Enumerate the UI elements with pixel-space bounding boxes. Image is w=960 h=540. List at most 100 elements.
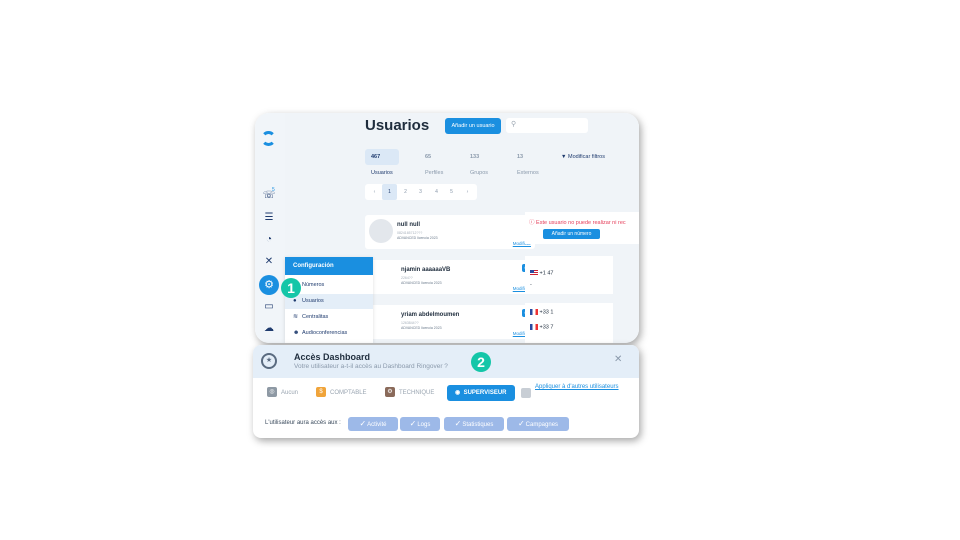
eye-icon: ◉	[455, 390, 461, 396]
accounting-icon: $	[316, 387, 326, 398]
ringover-logo	[261, 131, 276, 146]
check-icon: ✓	[359, 419, 367, 428]
step-marker-1: 1	[281, 278, 301, 298]
tab-usuarios[interactable]: 467 Usuarios	[365, 149, 399, 176]
page-2[interactable]: 2	[398, 184, 413, 200]
access-chip-statistiques[interactable]: ✓Statistiques	[444, 417, 504, 431]
check-icon: ✓	[454, 419, 462, 428]
tab-externos[interactable]: 13 Externos	[517, 149, 539, 176]
user-card[interactable]: yriam abdelmoumen 1263844?? ADVANCED lic…	[365, 305, 535, 339]
access-chip-activite[interactable]: ✓Activité	[348, 417, 398, 431]
menu-item-label: Centralitas	[302, 314, 329, 320]
user-license: ADVANCED licencia 2023	[401, 326, 442, 330]
chip-label: Statistiques	[462, 422, 494, 428]
tab-count: 133	[470, 154, 480, 160]
close-icon[interactable]: ✕	[614, 354, 622, 365]
add-number-button[interactable]: Añadir un número	[543, 229, 600, 239]
menu-item-audioconferencias[interactable]: ☻ Audioconferencias	[285, 326, 373, 341]
phone-number: +33 1	[530, 309, 553, 315]
tab-perfiles[interactable]: 65 Perfiles	[425, 149, 443, 176]
modify-filters-button[interactable]: ▼ Modificar filtros	[561, 149, 605, 165]
warning-message: Este usuario no puede realizar ni rec	[536, 220, 626, 226]
page-prev[interactable]: ‹	[367, 184, 382, 200]
tab-count: 65	[425, 154, 432, 160]
avatar	[369, 219, 393, 243]
access-chip-campagnes[interactable]: ✓Campagnes	[507, 417, 569, 431]
role-option-aucun[interactable]: ◎ Aucun	[267, 385, 298, 401]
notification-badge: 5	[272, 187, 275, 193]
menu-item-usuarios[interactable]: ● Usuarios	[285, 294, 373, 309]
configuration-menu: Configuración #Números ●Usuarios ≋Centra…	[285, 257, 373, 343]
tab-count: 467	[371, 154, 381, 160]
users-window: ☏ 5 ☰ ◔ ✕ ⚙ ▭ ☁ Usuarios Añadir un usuar…	[255, 113, 639, 343]
whatsapp-icon: ◎	[267, 387, 277, 398]
filter-icon: ▼	[561, 154, 567, 160]
role-option-technique[interactable]: ⚙ TECHNIQUE	[385, 385, 434, 401]
user-name: yriam abdelmoumen	[401, 312, 460, 318]
phone-text: +33 1	[539, 309, 554, 316]
dashboard-access-panel: ★ Accès Dashboard Votre utilisateur a-t-…	[253, 345, 639, 438]
phone-number: -	[530, 282, 532, 288]
phone-number: +33 7	[530, 324, 553, 330]
chip-label: Activité	[367, 422, 387, 428]
cloud-icon[interactable]: ☁	[262, 322, 276, 336]
tab-count: 13	[517, 154, 524, 160]
stats-pie-icon[interactable]: ◔	[262, 233, 276, 247]
role-option-comptable[interactable]: $ COMPTABLE	[316, 385, 367, 401]
user-name: njamin aaaaaaVB	[401, 267, 451, 273]
tab-label: Usuarios	[371, 170, 393, 176]
user-name: null null	[397, 222, 420, 228]
fr-flag-icon	[530, 324, 538, 330]
page-3[interactable]: 3	[413, 184, 428, 200]
keyboard-icon[interactable]: ▭	[262, 300, 276, 314]
switchboard-icon: ≋	[293, 314, 299, 320]
apply-to-others-link[interactable]: Appliquer à d'autres utilisateurs	[535, 384, 619, 390]
page-4[interactable]: 4	[429, 184, 444, 200]
user-number: 2264??	[401, 276, 413, 280]
phone-number: +1 47	[530, 270, 553, 276]
role-option-superviseur[interactable]: ◉ SUPERVISEUR	[447, 385, 515, 401]
menu-item-label: Números	[302, 282, 325, 288]
access-chip-logs[interactable]: ✓Logs	[400, 417, 440, 431]
phone-list: +1 47 -	[525, 256, 613, 294]
list-icon[interactable]: ☰	[262, 211, 276, 225]
add-user-button[interactable]: Añadir un usuario	[445, 118, 501, 134]
settings-gear-icon[interactable]: ⚙	[259, 275, 279, 295]
fr-flag-icon	[530, 309, 538, 315]
role-label: SUPERVISEUR	[463, 390, 507, 396]
user-number: 0824165712???	[397, 231, 423, 235]
role-label: TECHNIQUE	[399, 390, 435, 396]
chip-label: Campagnes	[525, 422, 559, 428]
tools-icon[interactable]: ✕	[262, 255, 276, 269]
sidebar: ☏ 5 ☰ ◔ ✕ ⚙ ▭ ☁	[255, 113, 285, 343]
menu-item-centralitas[interactable]: ≋ Centralitas	[285, 310, 373, 325]
user-card[interactable]: null null 0824165712??? ADVANCED licenci…	[365, 215, 535, 249]
page-5[interactable]: 5	[444, 184, 459, 200]
us-flag-icon	[530, 270, 538, 276]
tab-label: Perfiles	[425, 170, 444, 176]
pagination: ‹ 1 2 3 4 5 ›	[365, 184, 477, 200]
role-label: Aucun	[281, 390, 299, 396]
check-icon: ✓	[517, 419, 525, 428]
page-1[interactable]: 1	[382, 184, 397, 200]
extra-role-icon[interactable]	[521, 388, 531, 398]
user-card[interactable]: njamin aaaaaaVB 2264?? ADVANCED licencia…	[365, 260, 535, 294]
chip-label: Logs	[417, 422, 431, 428]
user-license: ADVANCED licencia 2023	[401, 281, 442, 285]
search-icon: ⚲	[511, 121, 517, 128]
check-icon: ✓	[409, 419, 417, 428]
page-next[interactable]: ›	[460, 184, 475, 200]
access-label: L'utilisateur aura accès aux :	[265, 420, 341, 426]
group-icon: ☻	[293, 330, 300, 336]
search-input[interactable]: ⚲	[506, 118, 588, 133]
panel-subtitle: Votre utilisateur a-t-il accès au Dashbo…	[294, 363, 448, 370]
menu-header: Configuración	[285, 257, 373, 275]
warning-icon: ⓘ	[529, 220, 535, 226]
phone-list: +33 1 +33 7	[525, 303, 613, 343]
filter-label: Modificar filtros	[567, 154, 605, 160]
warning-text: ⓘ Este usuario no puede realizar ni rec	[529, 218, 626, 226]
phone-text: +33 7	[539, 324, 554, 331]
menu-item-label: Usuarios	[302, 298, 324, 304]
tab-grupos[interactable]: 133 Grupos	[470, 149, 488, 176]
medal-icon: ★	[261, 353, 277, 369]
